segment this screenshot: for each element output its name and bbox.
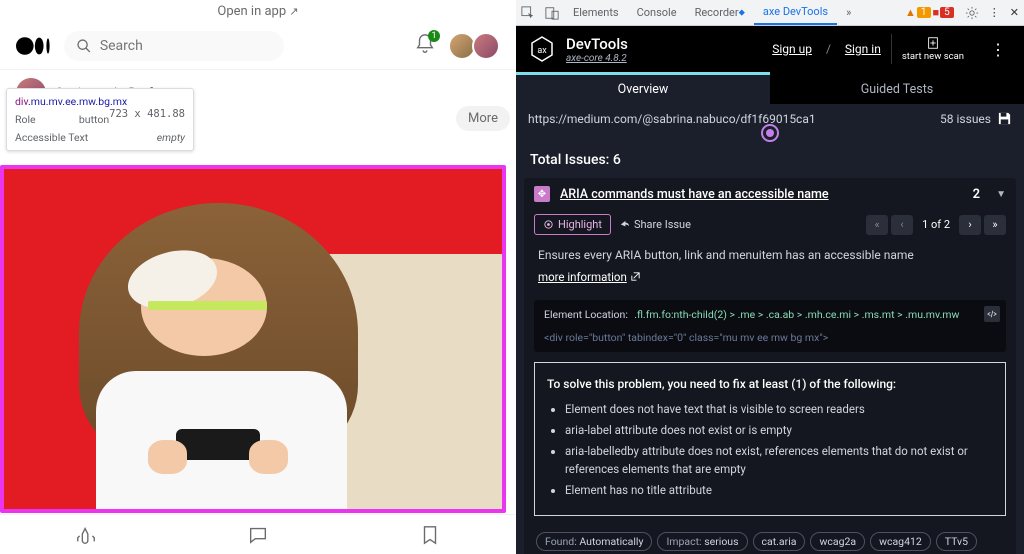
issue-card: ✥ ARIA commands must have an accessible … <box>524 178 1016 554</box>
axe-subtabs: Overview Guided Tests <box>516 72 1024 104</box>
fix-suggestions: To solve this problem, you need to fix a… <box>534 362 1006 516</box>
warning-icon: ▲ <box>905 6 916 19</box>
avatar-menu[interactable] <box>452 32 500 60</box>
more-button[interactable]: More <box>456 106 510 131</box>
target-icon <box>543 219 554 230</box>
axe-logo-icon: ax <box>528 35 556 63</box>
issue-toolbar: Highlight Share Issue « ‹ 1 of 2 › » <box>524 210 1016 243</box>
issues-count: 58 issues <box>940 112 991 126</box>
notification-badge: 1 <box>428 30 440 42</box>
next-button[interactable]: › <box>959 215 981 235</box>
axe-menu-icon[interactable]: ⋮ <box>984 40 1012 59</box>
warning-count[interactable]: 1 <box>917 7 931 18</box>
move-icon[interactable]: ✥ <box>534 186 550 202</box>
fix-item: Element has no title attribute <box>565 482 993 499</box>
close-icon[interactable]: ✕ <box>1005 6 1024 19</box>
html-snippet: <div role="button" tabindex="0" class="m… <box>544 331 996 344</box>
device-toolbar-icon[interactable] <box>540 6 564 20</box>
axe-header: ax DevTools axe-core 4.8.2 Sign up / Sig… <box>516 26 1024 72</box>
selector-path: .fl.fm.fo:nth-child(2) > .me > .ca.ab > … <box>634 308 959 321</box>
tab-axe-devtools[interactable]: axe DevTools <box>754 0 837 25</box>
highlight-button[interactable]: Highlight <box>534 214 611 235</box>
share-issue-button[interactable]: Share Issue <box>619 218 691 231</box>
error-icon: ■ <box>933 6 940 19</box>
tab-overview[interactable]: Overview <box>516 72 770 104</box>
focus-indicator <box>761 124 779 142</box>
devtools-tab-bar: Elements Console Recorder ⬥ axe DevTools… <box>516 0 1024 26</box>
inspect-element-icon[interactable] <box>516 6 540 20</box>
comment-icon[interactable] <box>247 524 269 546</box>
signup-link[interactable]: Sign up <box>772 42 812 56</box>
fix-item: Element does not have text that is visib… <box>565 401 993 418</box>
inspect-code-icon[interactable] <box>984 306 1000 322</box>
plus-doc-icon <box>926 36 940 50</box>
error-count[interactable]: 5 <box>940 7 954 18</box>
issue-title[interactable]: ARIA commands must have an accessible na… <box>560 187 963 202</box>
svg-text:ax: ax <box>537 46 547 56</box>
more-information-link[interactable]: more information <box>524 270 1016 294</box>
medium-logo[interactable] <box>16 35 52 57</box>
new-scan-button[interactable]: start new scan <box>891 34 974 64</box>
fix-list: Element does not have text that is visib… <box>547 401 993 499</box>
tab-guided-tests[interactable]: Guided Tests <box>770 72 1024 104</box>
save-icon[interactable] <box>997 111 1012 126</box>
total-issues: Total Issues: 6 <box>516 142 1024 178</box>
prev-button[interactable]: ‹ <box>891 215 913 235</box>
chevron-down-icon[interactable]: ▼ <box>996 189 1006 200</box>
avatar <box>472 32 500 60</box>
page-indicator: 1 of 2 <box>922 218 950 231</box>
kebab-icon[interactable]: ⋮ <box>984 6 1005 19</box>
tab-console[interactable]: Console <box>628 0 686 25</box>
search-box[interactable] <box>64 31 284 61</box>
last-button[interactable]: » <box>984 215 1006 235</box>
axe-title: DevTools <box>566 35 628 53</box>
fix-item: aria-labelledby attribute does not exist… <box>565 443 993 478</box>
element-inspector-tooltip: div.mu.mv.ee.mw.bg.mx 723 x 481.88 Roleb… <box>6 88 194 151</box>
tabs-overflow[interactable]: » <box>837 0 860 25</box>
medium-header: 1 <box>0 23 516 70</box>
bookmark-icon[interactable] <box>419 524 441 546</box>
issue-count: 2 <box>973 187 980 202</box>
article-hero-image[interactable] <box>0 165 506 513</box>
issue-tags: Found: Automatically Impact: serious cat… <box>524 526 1016 554</box>
medium-page: Open in app ↗ 1 9 min read·Draft d <box>0 0 516 554</box>
search-input[interactable] <box>100 38 272 54</box>
issue-header[interactable]: ✥ ARIA commands must have an accessible … <box>524 178 1016 210</box>
share-icon <box>619 219 630 230</box>
open-in-app-link[interactable]: Open in app ↗ <box>0 0 516 23</box>
search-icon <box>76 37 92 55</box>
element-location-block: Element Location: .fl.fm.fo:nth-child(2)… <box>534 300 1006 352</box>
first-button[interactable]: « <box>866 215 888 235</box>
settings-icon[interactable] <box>960 6 984 20</box>
external-link-icon <box>630 271 641 282</box>
axe-version[interactable]: axe-core 4.8.2 <box>566 53 628 64</box>
notifications-button[interactable]: 1 <box>414 33 436 59</box>
tab-recorder[interactable]: Recorder ⬥ <box>686 0 754 25</box>
fix-item: aria-label attribute does not exist or i… <box>565 422 993 439</box>
issue-description: Ensures every ARIA button, link and menu… <box>524 243 1016 270</box>
clap-icon[interactable] <box>75 524 97 546</box>
signin-link[interactable]: Sign in <box>845 42 881 56</box>
devtools-panel: Elements Console Recorder ⬥ axe DevTools… <box>516 0 1024 554</box>
bottom-action-bar <box>0 514 516 554</box>
tab-elements[interactable]: Elements <box>564 0 628 25</box>
